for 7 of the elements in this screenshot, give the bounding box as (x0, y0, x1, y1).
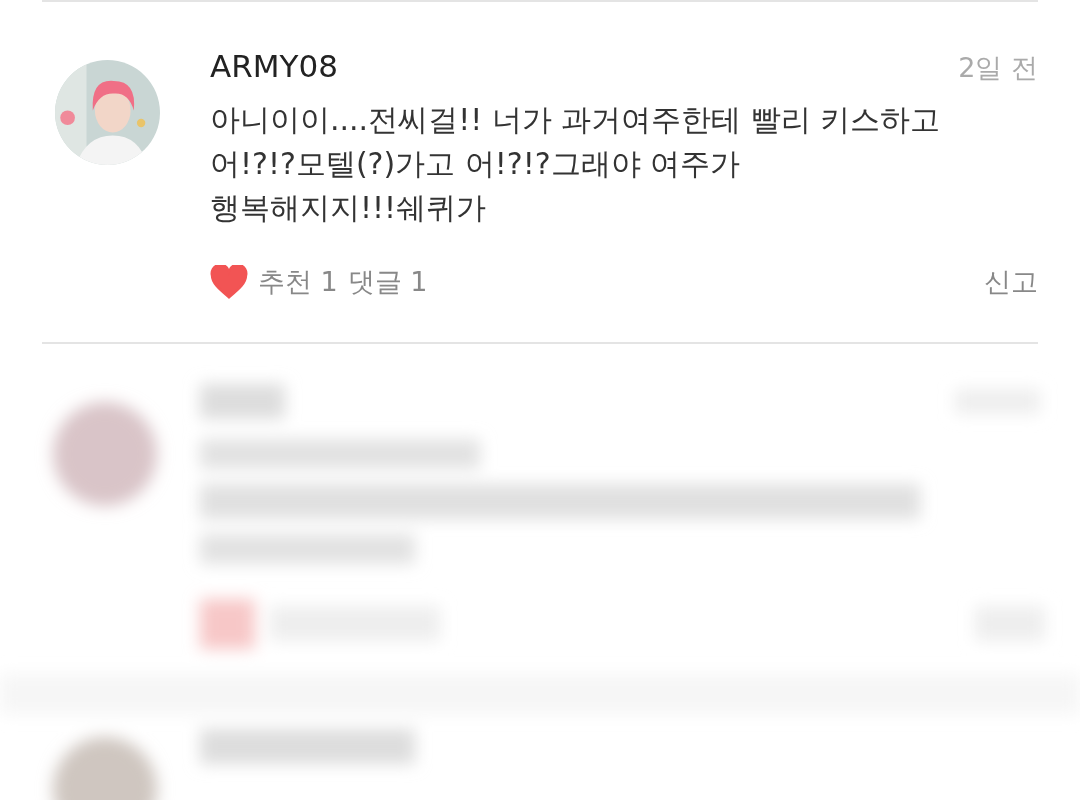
comment-text: 아니이이....전씨걸!! 너가 과거여주한테 빨리 키스하고 어!?!?모텔(?)가고 어!?!?그래야 여주가 행복해지지!!!쉐퀴가 (210, 101, 942, 227)
username[interactable]: ARMY08 (210, 48, 338, 84)
heart-icon[interactable] (210, 265, 248, 299)
report-link[interactable]: 신고 (984, 264, 1038, 300)
reply-count[interactable]: 댓글 1 (347, 264, 428, 300)
timestamp: 2일 전 (958, 51, 1038, 85)
like-count: 추천 1 (258, 265, 338, 299)
